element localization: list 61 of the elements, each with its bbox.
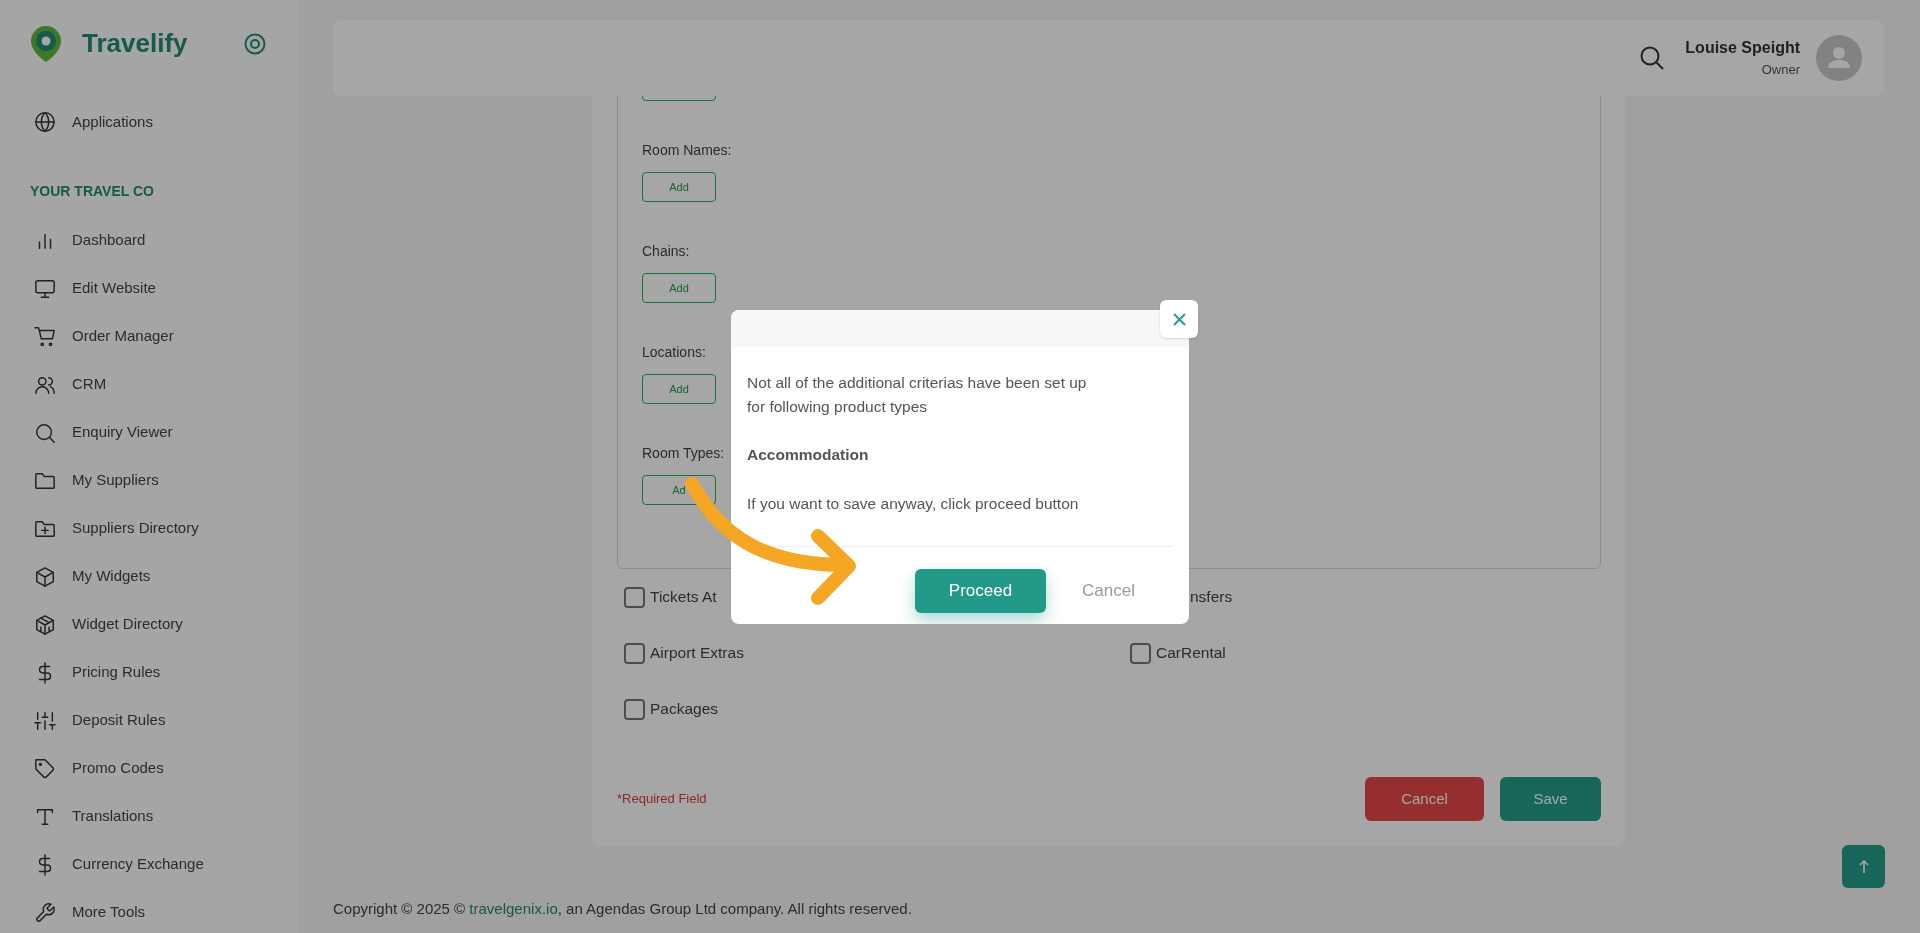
sliders-icon bbox=[34, 709, 56, 732]
globe-icon bbox=[34, 111, 56, 134]
add-button[interactable]: Add bbox=[642, 172, 716, 202]
close-button[interactable] bbox=[1160, 300, 1198, 338]
tag-icon bbox=[34, 757, 56, 780]
sidebar-item[interactable]: Edit Website bbox=[30, 276, 268, 301]
close-icon bbox=[1172, 312, 1186, 326]
modal-hint: If you want to save anyway, click proceed button bbox=[747, 494, 1080, 515]
checkbox-label: CarRental bbox=[1156, 643, 1226, 664]
package-icon bbox=[34, 613, 56, 636]
wrench-icon bbox=[34, 901, 56, 924]
checkbox[interactable] bbox=[624, 642, 645, 664]
checkbox-label: Packages bbox=[650, 699, 719, 720]
arrow-up-icon bbox=[1858, 859, 1869, 874]
search-icon[interactable] bbox=[1639, 45, 1666, 71]
sidebar-item[interactable]: More Tools bbox=[30, 900, 268, 925]
user-name: Louise Speight bbox=[1685, 38, 1800, 59]
user-role: Owner bbox=[1761, 61, 1800, 80]
checkbox-label: Airport Extras bbox=[650, 643, 744, 664]
field-label: Locations: bbox=[642, 343, 706, 361]
sidebar-item[interactable]: Dashboard bbox=[30, 228, 268, 253]
sidebar-item[interactable]: Enquiry Viewer bbox=[30, 420, 268, 445]
sidebar-item[interactable]: CRM bbox=[30, 372, 268, 397]
sidebar-item[interactable]: My Widgets bbox=[30, 564, 268, 589]
company-link[interactable]: travelgenix.io bbox=[469, 900, 558, 917]
cart-icon bbox=[34, 325, 56, 348]
scroll-to-top-button[interactable] bbox=[1842, 845, 1885, 888]
product-type-name: Accommodation bbox=[747, 445, 870, 465]
field-label: Room Types: bbox=[642, 444, 725, 462]
sidebar-item[interactable]: Deposit Rules bbox=[30, 708, 268, 733]
required-field-note: *Required Field bbox=[617, 790, 707, 809]
add-button[interactable]: Add bbox=[642, 374, 716, 404]
proceed-button[interactable]: Proceed bbox=[915, 568, 1046, 613]
field-label: Room Names: bbox=[642, 141, 732, 159]
add-button[interactable]: Ad bbox=[642, 475, 716, 505]
copyright-text: Copyright © 2025 © travelgenix.io, an Agendas Group Ltd company. All rights reserved. bbox=[333, 899, 913, 919]
target-icon[interactable] bbox=[244, 32, 266, 55]
sidebar-item[interactable]: Translations bbox=[30, 804, 268, 829]
checkbox[interactable] bbox=[1130, 642, 1151, 664]
checkbox[interactable] bbox=[624, 586, 645, 608]
checkbox[interactable] bbox=[624, 698, 645, 720]
sidebar-item[interactable]: Widget Directory bbox=[30, 612, 268, 637]
field-label: Chains: bbox=[642, 242, 690, 260]
brand-name: Travelify bbox=[82, 27, 188, 60]
sidebar-item[interactable]: Promo Codes bbox=[30, 756, 268, 781]
sidebar-item[interactable]: Applications bbox=[30, 111, 268, 134]
search-icon bbox=[34, 421, 56, 444]
monitor-icon bbox=[34, 277, 56, 300]
logo-icon bbox=[30, 24, 62, 63]
sidebar-item[interactable]: Pricing Rules bbox=[30, 660, 268, 685]
cube-icon bbox=[34, 565, 56, 588]
sidebar-item[interactable]: My Suppliers bbox=[30, 468, 268, 493]
checkbox-label: nsfers bbox=[1190, 587, 1233, 608]
cancel-button[interactable]: Cancel bbox=[1365, 777, 1484, 821]
checkbox-label: Tickets At bbox=[650, 587, 717, 608]
section-title: YOUR TRAVEL CO bbox=[30, 181, 155, 201]
add-button[interactable]: Add bbox=[642, 273, 716, 303]
sidebar-item[interactable]: Currency Exchange bbox=[30, 852, 268, 877]
sidebar-item[interactable]: Suppliers Directory bbox=[30, 516, 268, 541]
modal-message: Not all of the additional criterias have been set up for following product types bbox=[747, 373, 1088, 417]
sidebar-item[interactable]: Order Manager bbox=[30, 324, 268, 349]
